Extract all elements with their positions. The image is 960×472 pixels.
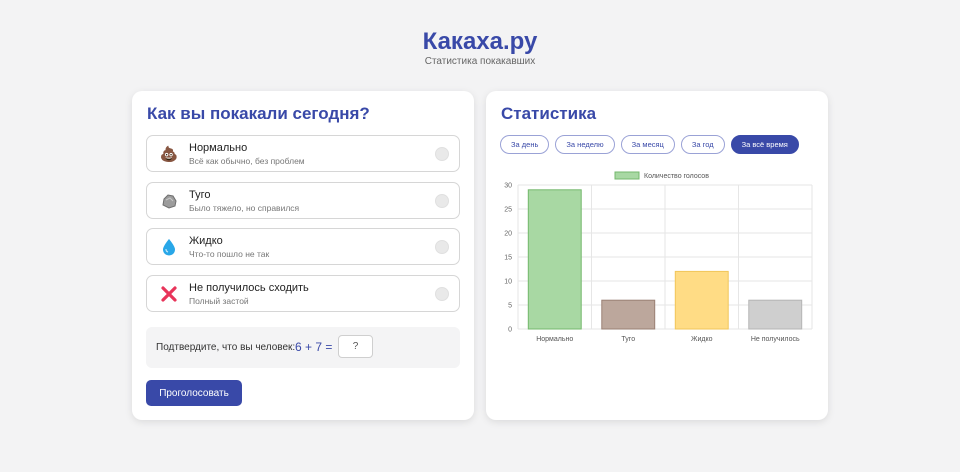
poop-icon: 💩 xyxy=(159,146,179,163)
tab-all-time[interactable]: За всё время xyxy=(730,135,799,154)
tab-week[interactable]: За неделю xyxy=(555,135,615,154)
x-tick-label: Жидко xyxy=(691,336,713,343)
option-label: Не получилось сходить xyxy=(189,281,309,294)
option-label: Жидко xyxy=(189,235,223,247)
cross-icon xyxy=(160,285,178,303)
y-tick-label: 0 xyxy=(508,327,512,334)
site-subtitle: Статистика покакавших xyxy=(424,56,536,67)
period-tabs: За день За неделю За месяц За год За всё… xyxy=(500,135,799,154)
captcha-box: Подтвердите, что вы человек: 6 + 7 = xyxy=(146,327,460,368)
bar-2 xyxy=(601,299,656,330)
y-tick-label: 5 xyxy=(508,303,512,310)
bar-4 xyxy=(748,299,803,330)
vote-title: Как вы покакали сегодня? xyxy=(147,104,370,123)
site-header: Какаха.ру Статистика покакавших xyxy=(0,28,960,67)
option-description: Что-то пошло не так xyxy=(189,249,270,259)
vote-button[interactable]: Проголосовать xyxy=(146,380,242,406)
tab-month[interactable]: За месяц xyxy=(620,135,675,154)
captcha-expression: 6 + 7 = xyxy=(295,340,333,354)
votes-bar-chart: 0 5 10 15 20 25 30 Нормально Туго Жидко Не получил… xyxy=(504,171,813,343)
legend-swatch xyxy=(614,171,640,180)
x-tick-label: Не получилось xyxy=(751,336,800,343)
rock-icon xyxy=(160,192,178,210)
captcha-input[interactable] xyxy=(338,335,373,358)
y-tick-label: 10 xyxy=(504,279,512,286)
bar-3 xyxy=(674,270,729,330)
y-tick-label: 20 xyxy=(504,231,512,238)
y-tick-label: 15 xyxy=(504,255,512,262)
droplet-icon xyxy=(160,238,178,256)
option-liquid[interactable]: Жидко Что-то пошло не так xyxy=(146,228,460,265)
bar-1 xyxy=(527,189,582,330)
option-description: Полный застой xyxy=(189,295,249,306)
option-failed[interactable]: Не получилось сходить Полный застой xyxy=(146,274,460,312)
option-radio[interactable] xyxy=(435,240,449,254)
legend-label: Количество голосов xyxy=(644,173,709,180)
option-radio[interactable] xyxy=(435,193,449,208)
stats-title: Статистика xyxy=(501,104,597,123)
option-radio[interactable] xyxy=(435,286,449,301)
captcha-label: Подтвердите, что вы человек: xyxy=(156,342,296,353)
option-description: Всё как обычно, без проблем xyxy=(189,156,305,166)
option-description: Было тяжело, но справился xyxy=(189,202,300,213)
x-tick-label: Туго xyxy=(621,336,635,343)
x-tick-label: Нормально xyxy=(536,336,573,343)
option-normal[interactable]: 💩 Нормально Всё как обычно, без проблем xyxy=(146,135,460,172)
vote-card: Как вы покакали сегодня? 💩 Нормально Всё… xyxy=(132,91,474,420)
y-tick-label: 30 xyxy=(504,183,512,190)
vote-options: 💩 Нормально Всё как обычно, без проблем … xyxy=(146,135,460,321)
option-radio[interactable] xyxy=(435,147,449,161)
stats-card: Статистика За день За неделю За месяц За… xyxy=(486,91,828,420)
y-tick-label: 25 xyxy=(504,207,512,214)
site-title: Какаха.ру xyxy=(422,28,538,55)
option-hard[interactable]: Туго Было тяжело, но справился xyxy=(146,181,460,219)
tab-year[interactable]: За год xyxy=(680,135,725,154)
option-label: Туго xyxy=(189,188,211,201)
tab-day[interactable]: За день xyxy=(500,135,550,154)
option-label: Нормально xyxy=(189,142,248,154)
